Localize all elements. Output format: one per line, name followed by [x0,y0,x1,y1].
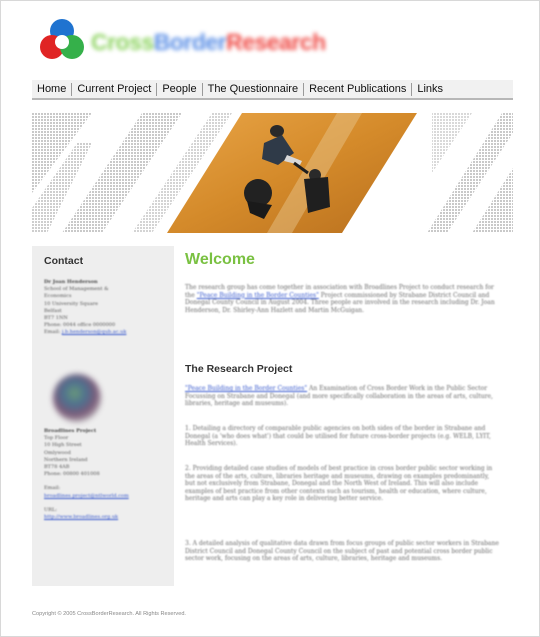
nav-recent-publications[interactable]: Recent Publications [304,82,413,96]
logo-icon [40,19,84,59]
research-intro-paragraph: "Peace Building in the Border Counties" … [185,385,501,408]
contact-line: Economics [44,293,72,300]
contact-line: School of Management & [44,286,109,293]
org-line: BT78 4AB [44,464,70,471]
nav-current-project[interactable]: Current Project [72,82,158,96]
contact-block: Dr Joan Henderson School of Management &… [44,279,168,337]
page-frame: CrossBorderResearch Home Current Project… [0,0,540,637]
contact-email-label: Email: [44,329,61,336]
copyright-footer: Copyright © 2005 CrossBorderResearch. Al… [32,611,186,617]
org-email-label: Email: [44,485,61,492]
org-logo-image [53,374,101,422]
brand-part-1: Cross [91,29,154,55]
intro-project-link[interactable]: "Peace Building in the Border Counties" [197,292,319,299]
contact-name: Dr Joan Henderson [44,279,98,285]
nav-people[interactable]: People [157,82,203,96]
research-item-3: 3. A detailed analysis of qualitative da… [185,540,499,563]
org-url-link[interactable]: http://www.broadlines.org.uk [44,514,168,521]
org-line: Northern Ireland [44,456,88,463]
brand-part-2: Border [153,29,227,55]
org-line: Phone: 00800 401008 [44,471,100,478]
research-project-heading: The Research Project [185,363,293,375]
banner-image [32,113,513,233]
sidebar-title: Contact [44,255,84,267]
research-item-1: 1. Detailing a directory of comparable p… [185,425,491,448]
main-nav: Home Current Project People The Question… [32,80,513,100]
org-line: 10 High Street [44,442,82,449]
contact-sidebar: Contact Dr Joan Henderson School of Mana… [32,246,174,586]
research-project-link[interactable]: "Peace Building in the Border Counties" [185,385,307,392]
nav-home[interactable]: Home [32,82,73,96]
org-line: Top Floor [44,435,69,442]
research-item-2: 2. Providing detailed case studies of mo… [185,465,493,503]
org-block: Broadlines Project Top Floor 10 High Str… [44,428,168,521]
contact-email-row: Email: j.b.henderson@qub.ac.uk [44,329,168,336]
contact-line: 10 University Square [44,300,98,307]
nav-links[interactable]: Links [412,83,448,96]
brand-part-3: Research [226,29,326,55]
org-line: Omlywood [44,449,71,456]
url-label: URL: [44,506,57,513]
brand-wordmark[interactable]: CrossBorderResearch [91,29,326,56]
contact-line: BT7 1NN [44,315,68,322]
intro-paragraph: The research group has come together in … [185,284,501,314]
contact-line: Belfast [44,307,62,314]
page-title: Welcome [185,251,255,268]
org-email-link[interactable]: broadlines.project@ntlworld.com [44,493,168,500]
org-name: Broadlines Project [44,428,97,434]
contact-email-link[interactable]: j.b.henderson@qub.ac.uk [62,329,127,335]
nav-questionnaire[interactable]: The Questionnaire [203,82,305,96]
